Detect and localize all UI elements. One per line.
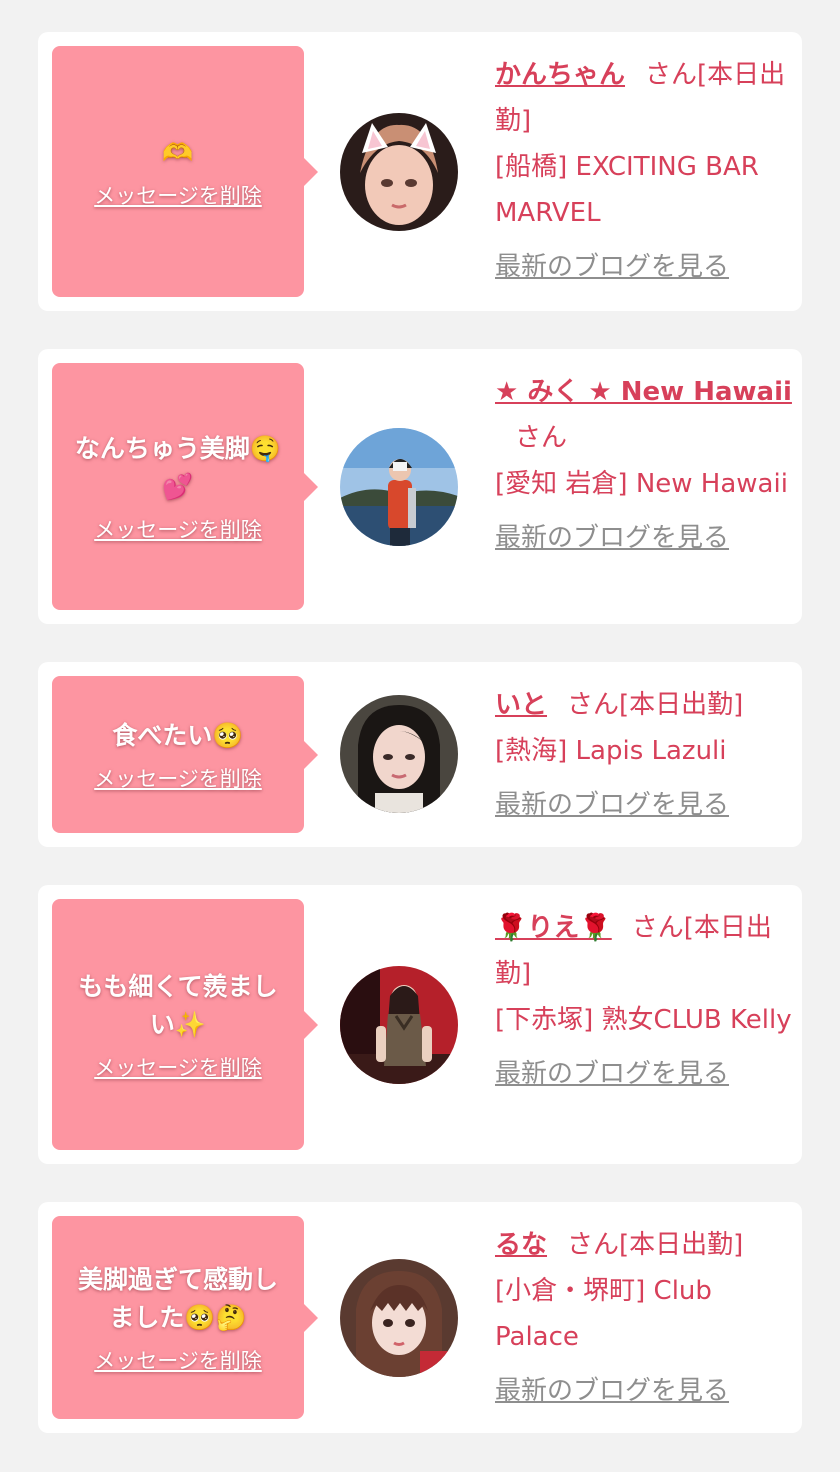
message-bubble: 美脚過ぎて感動しました🥺🤔 メッセージを削除 [52, 1216, 318, 1419]
message-card: 美脚過ぎて感動しました🥺🤔 メッセージを削除 るな さん[本日出勤] [小倉・堺町… [38, 1202, 802, 1433]
message-bubble: 🫶 メッセージを削除 [52, 46, 318, 297]
cast-name-link[interactable]: ★ みく ★ New Hawaii [495, 377, 792, 407]
shop-name: [愛知 岩倉] New Hawaii [495, 469, 788, 499]
avatar[interactable] [340, 428, 458, 546]
message-bubble: 食べたい🥺 メッセージを削除 [52, 676, 318, 833]
avatar[interactable] [340, 113, 458, 231]
cast-info: るな さん[本日出勤] [小倉・堺町] Club Palace 最新のブログを見る [495, 1222, 795, 1406]
cast-info: 🌹りえ🌹 さん[本日出勤] [下赤塚] 熟女CLUB Kelly 最新のブログを見… [495, 905, 795, 1089]
shop-name: [下赤塚] 熟女CLUB Kelly [495, 1005, 792, 1035]
message-card: もも細くて羨ましい✨ メッセージを削除 🌹りえ🌹 さん[本日出勤] [下赤塚] 熟… [38, 885, 802, 1164]
message-text: 食べたい🥺 [112, 720, 244, 750]
shop-name: [船橋] EXCITING BAR MARVEL [495, 152, 759, 228]
cast-name-link[interactable]: かんちゃん [495, 60, 625, 90]
delete-message-link[interactable]: メッセージを削除 [94, 1345, 262, 1375]
cast-info: いと さん[本日出勤] [熱海] Lapis Lazuli 最新のブログを見る [495, 682, 795, 820]
avatar[interactable] [340, 966, 458, 1084]
cast-suffix: さん [515, 423, 568, 453]
latest-blog-link[interactable]: 最新のブログを見る [495, 1376, 795, 1406]
shop-name: [小倉・堺町] Club Palace [495, 1276, 712, 1352]
avatar[interactable] [340, 695, 458, 813]
message-bubble: なんちゅう美脚🤤💕 メッセージを削除 [52, 363, 318, 610]
message-card: 食べたい🥺 メッセージを削除 いと さん[本日出勤] [熱海] Lapis Laz… [38, 662, 802, 847]
delete-message-link[interactable]: メッセージを削除 [94, 763, 262, 793]
avatar-photo [340, 695, 458, 813]
message-text: 🫶 [162, 137, 194, 167]
avatar[interactable] [340, 1259, 458, 1377]
cast-suffix: さん[本日出勤] [567, 690, 744, 720]
avatar-photo [340, 428, 458, 546]
cast-name-link[interactable]: いと [495, 690, 547, 720]
message-card: なんちゅう美脚🤤💕 メッセージを削除 ★ みく ★ New Hawaii さん [… [38, 349, 802, 624]
message-bubble: もも細くて羨ましい✨ メッセージを削除 [52, 899, 318, 1150]
message-text: もも細くて羨ましい✨ [78, 971, 278, 1039]
shop-name: [熱海] Lapis Lazuli [495, 736, 727, 766]
avatar-photo [340, 966, 458, 1084]
avatar-photo [340, 1259, 458, 1377]
delete-message-link[interactable]: メッセージを削除 [94, 1052, 262, 1082]
delete-message-link[interactable]: メッセージを削除 [94, 514, 262, 544]
cast-suffix: さん[本日出勤] [567, 1230, 744, 1260]
latest-blog-link[interactable]: 最新のブログを見る [495, 523, 795, 553]
message-text: 美脚過ぎて感動しました🥺🤔 [77, 1264, 278, 1332]
cast-info: ★ みく ★ New Hawaii さん [愛知 岩倉] New Hawaii 最… [495, 369, 795, 553]
cast-name-link[interactable]: るな [495, 1230, 547, 1260]
delete-message-link[interactable]: メッセージを削除 [94, 180, 262, 210]
latest-blog-link[interactable]: 最新のブログを見る [495, 1059, 795, 1089]
latest-blog-link[interactable]: 最新のブログを見る [495, 790, 795, 820]
cast-info: かんちゃん さん[本日出勤] [船橋] EXCITING BAR MARVEL 最… [495, 52, 795, 282]
latest-blog-link[interactable]: 最新のブログを見る [495, 252, 795, 282]
message-card: 🫶 メッセージを削除 かんちゃん さん[本日出勤] [船橋] EXCITING B… [38, 32, 802, 311]
cast-name-link[interactable]: 🌹りえ🌹 [495, 913, 612, 943]
message-text: なんちゅう美脚🤤💕 [74, 433, 282, 501]
avatar-photo [340, 113, 458, 231]
